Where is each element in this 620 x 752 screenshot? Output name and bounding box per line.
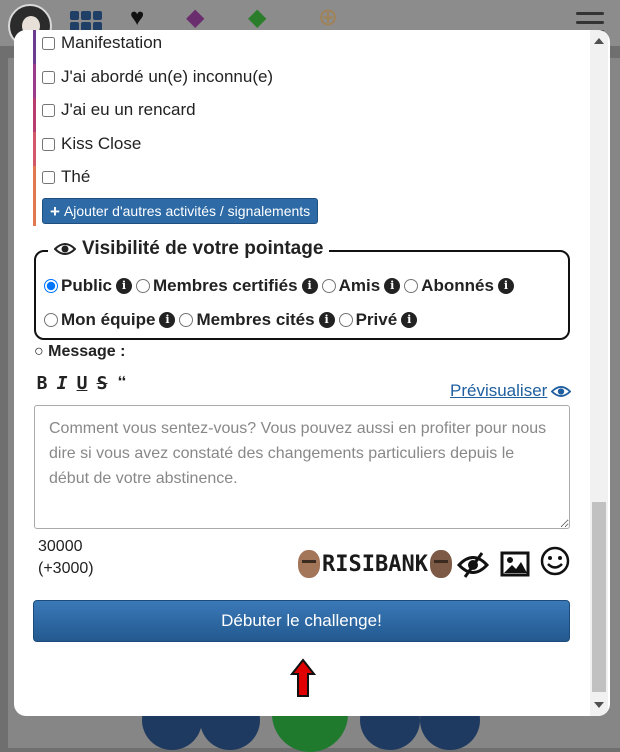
activity-color-bar [33, 64, 36, 98]
visibility-radio-certified[interactable] [136, 279, 151, 293]
challenge-modal: Manifestation J'ai abordé un(e) inconnu(… [14, 30, 610, 716]
activity-item[interactable]: J'ai eu un rencard [42, 99, 196, 121]
visibility-option-label: Membres cités [196, 310, 315, 329]
underline-button[interactable]: U [74, 373, 90, 394]
add-activities-label: Ajouter d'autres activités / signalement… [63, 203, 311, 219]
activity-checkbox[interactable] [42, 70, 55, 84]
activity-checkbox[interactable] [42, 137, 55, 151]
italic-button[interactable]: I [54, 373, 70, 394]
visibility-row: Mon équipe i Membres cités i Privé i [44, 309, 421, 331]
risibank-label: RISIBANK [322, 551, 428, 577]
activity-label: Thé [61, 167, 91, 186]
visibility-row: Public i Membres certifiés i Amis i Abon… [44, 275, 518, 297]
activity-item[interactable]: Thé [42, 166, 90, 188]
activity-label: Kiss Close [61, 134, 142, 153]
add-activities-button[interactable]: + Ajouter d'autres activités / signaleme… [42, 198, 319, 224]
eye-icon [54, 243, 76, 255]
visibility-option-label: Amis [338, 276, 381, 295]
eye-icon [551, 385, 572, 397]
visibility-radio-private[interactable] [338, 313, 353, 327]
activity-item[interactable]: Kiss Close [42, 133, 141, 155]
message-label: ○ Message : [34, 343, 126, 360]
activity-color-bar [33, 30, 36, 64]
plus-icon: + [50, 201, 60, 221]
visibility-title: Visibilité de votre pointage [82, 238, 324, 259]
counter-bonus: (+3000) [38, 560, 94, 577]
activity-label: Manifestation [61, 33, 163, 52]
info-icon[interactable]: i [384, 278, 401, 294]
quote-button[interactable]: ❝ [114, 373, 130, 394]
visibility-option-label: Abonnés [421, 276, 494, 295]
scroll-up-icon[interactable] [594, 38, 604, 44]
start-challenge-button[interactable]: Débuter le challenge! [33, 600, 570, 642]
bold-button[interactable]: B [34, 373, 50, 394]
activity-checkbox[interactable] [42, 36, 55, 50]
info-icon[interactable]: i [318, 312, 335, 328]
info-icon[interactable]: i [116, 278, 133, 294]
activity-item[interactable]: J'ai abordé un(e) inconnu(e) [42, 66, 273, 88]
risibank-face-icon [429, 550, 452, 578]
activity-checkbox[interactable] [42, 170, 55, 184]
info-icon[interactable]: i [497, 278, 514, 294]
visibility-radio-friends[interactable] [321, 279, 336, 293]
visibility-radio-subscribers[interactable] [404, 279, 419, 293]
apps-grid-icon[interactable] [70, 11, 102, 31]
info-icon[interactable]: i [159, 312, 176, 328]
activity-checkbox[interactable] [42, 103, 55, 117]
activity-color-bar [33, 98, 36, 132]
strikethrough-button[interactable]: S [94, 373, 110, 394]
activity-color-bar [33, 132, 36, 166]
visibility-radio-public[interactable] [44, 279, 58, 293]
modal-scrollbar[interactable] [590, 30, 608, 716]
visibility-option-label: Membres certifiés [153, 276, 298, 295]
points-counter: 30000 (+3000) [38, 536, 94, 580]
scroll-down-icon[interactable] [594, 702, 604, 708]
eye-slash-icon[interactable] [456, 550, 490, 580]
smiley-icon[interactable] [540, 546, 570, 576]
activity-label: J'ai abordé un(e) inconnu(e) [61, 67, 274, 86]
scrollbar-thumb[interactable] [592, 502, 606, 692]
activity-label: J'ai eu un rencard [61, 100, 196, 119]
preview-label: Prévisualiser [450, 381, 548, 400]
visibility-radio-mentioned[interactable] [179, 313, 194, 327]
info-icon[interactable]: i [401, 312, 418, 328]
visibility-radio-team[interactable] [44, 313, 58, 327]
visibility-option-label: Privé [355, 310, 398, 329]
message-textarea[interactable] [34, 405, 570, 529]
modal-content: Manifestation J'ai abordé un(e) inconnu(… [14, 30, 588, 716]
format-toolbar: B I U S ❝ [34, 373, 130, 394]
info-icon[interactable]: i [301, 278, 318, 294]
activity-color-bar [33, 166, 36, 226]
preview-link[interactable]: Prévisualiser [450, 381, 572, 401]
risibank-face-icon [298, 550, 320, 578]
image-icon[interactable] [500, 550, 530, 578]
activity-item[interactable]: Manifestation [42, 32, 162, 54]
risibank-button[interactable]: RISIBANK [298, 550, 452, 578]
counter-value: 30000 [38, 538, 83, 555]
visibility-option-label: Public [61, 276, 113, 295]
scroll-up-arrow-icon[interactable] [290, 658, 316, 698]
visibility-option-label: Mon équipe [61, 310, 156, 329]
visibility-legend: Visibilité de votre pointage [48, 238, 330, 260]
